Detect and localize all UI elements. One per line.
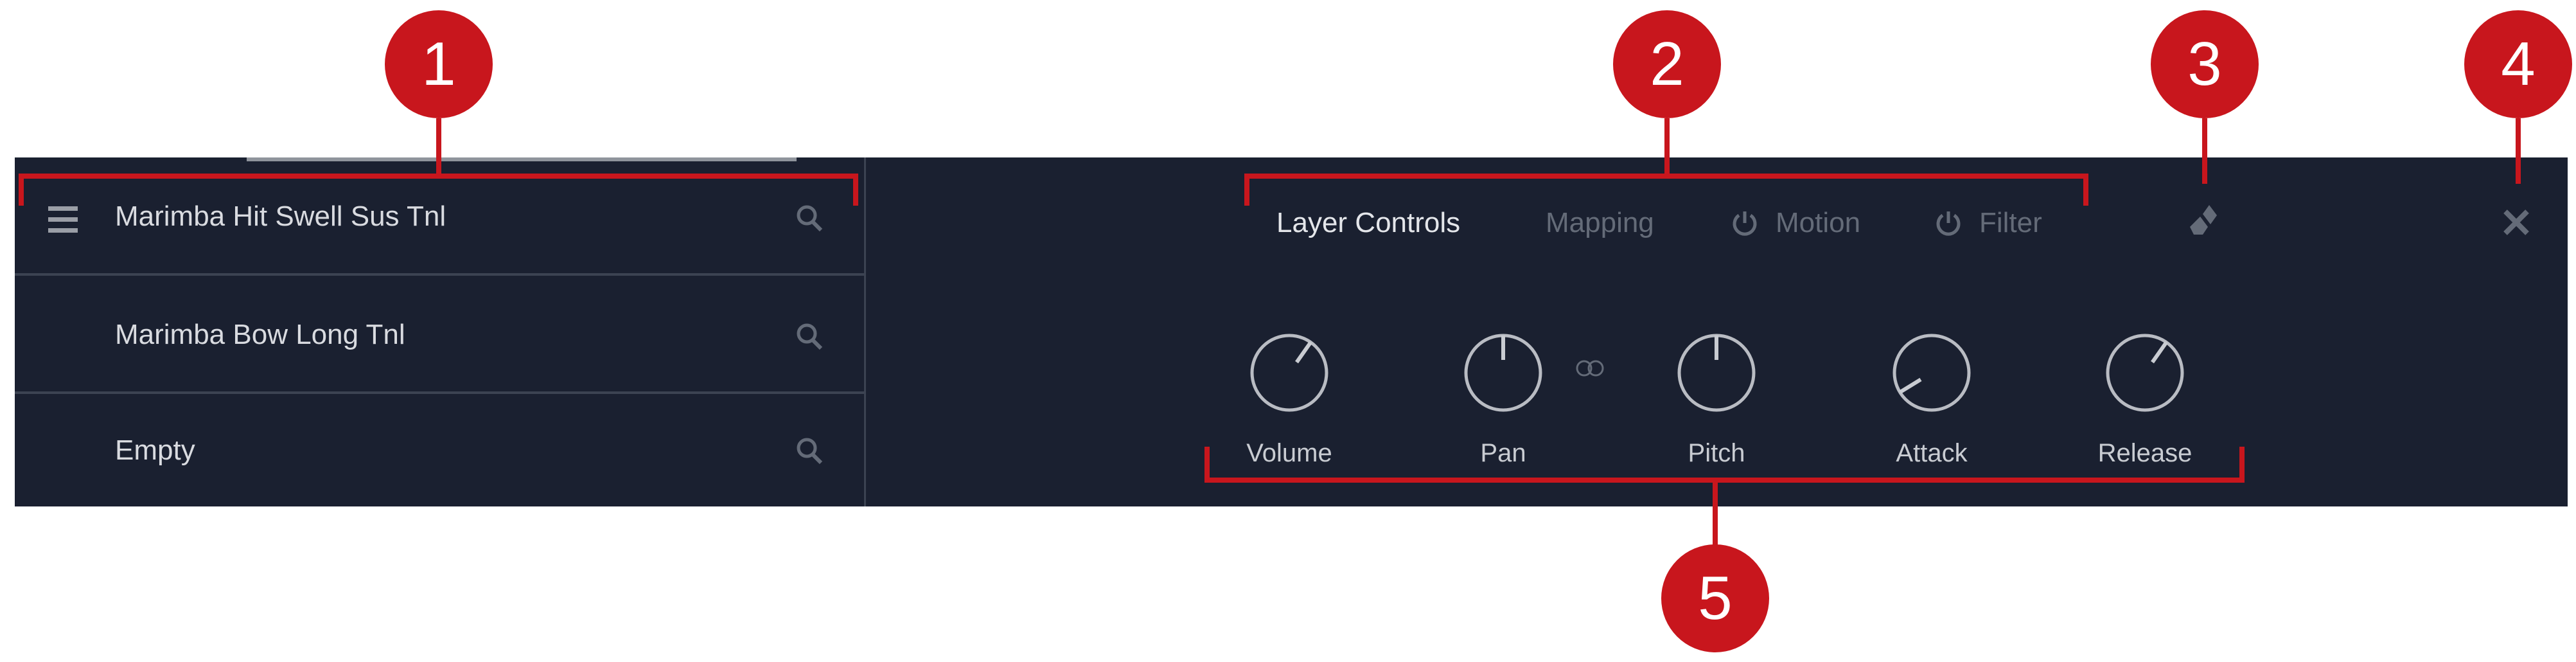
annotation-5: 5	[1661, 544, 1769, 652]
annotation-3: 3	[2151, 10, 2259, 118]
annotation-2: 2	[1613, 10, 1721, 118]
annotation-1: 1	[385, 10, 493, 118]
annotation-4: 4	[2464, 10, 2572, 118]
